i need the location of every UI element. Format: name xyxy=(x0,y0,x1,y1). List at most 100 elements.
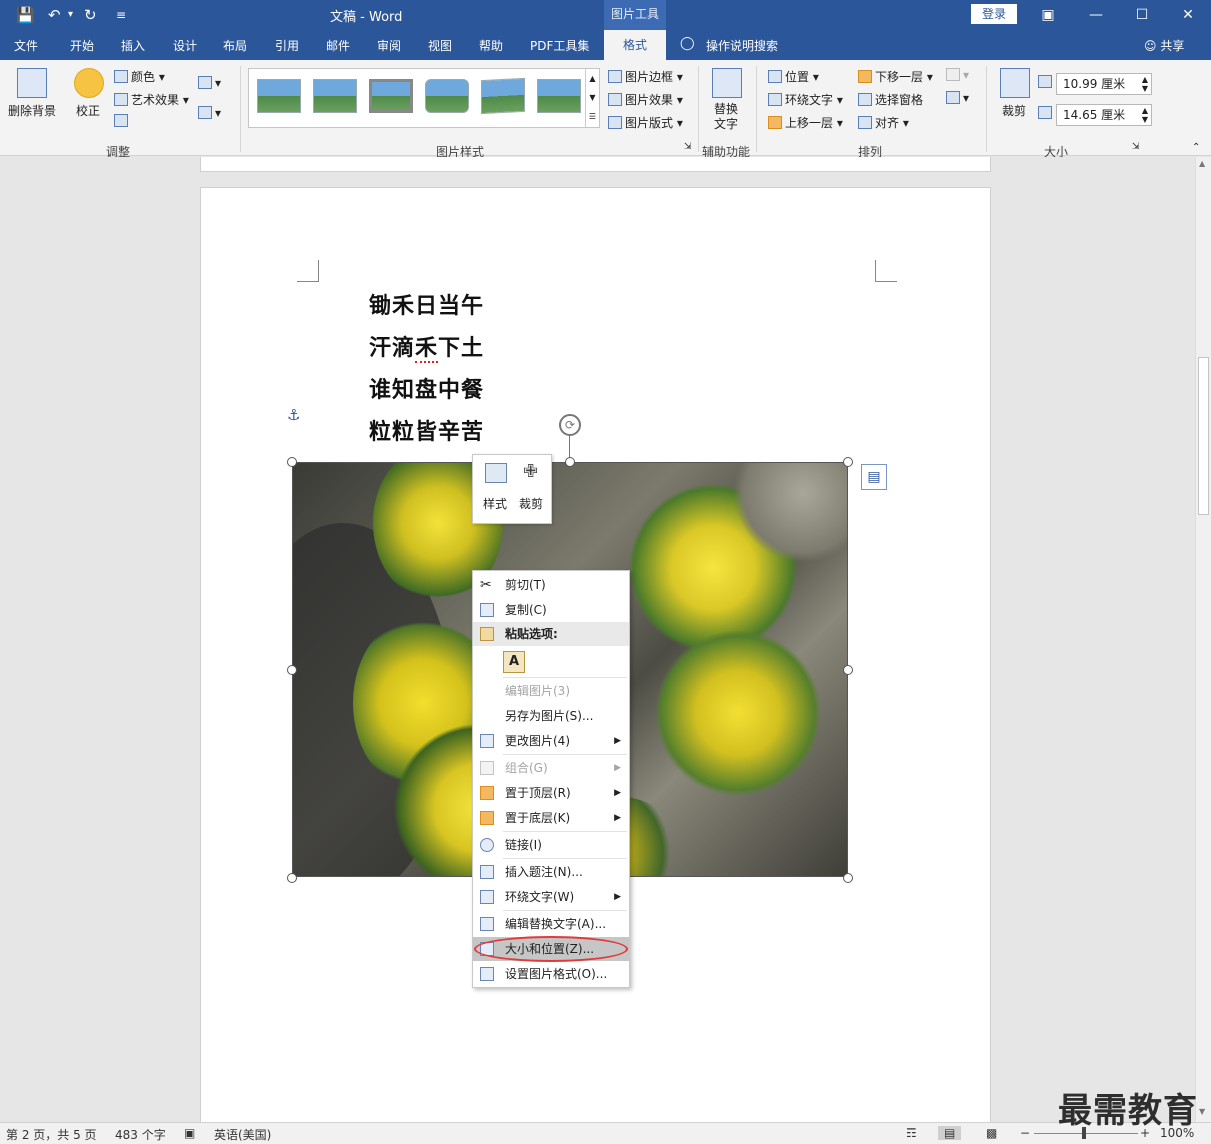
tab-home[interactable]: 开始 xyxy=(70,37,94,54)
web-layout-icon[interactable]: ▩ xyxy=(986,1126,997,1140)
redo-icon[interactable]: ↻ xyxy=(84,5,97,25)
paste-text-only-icon[interactable]: A xyxy=(503,651,525,673)
color-button[interactable]: 颜色 ▾ xyxy=(114,68,165,85)
group-objects-button[interactable]: ▾ xyxy=(946,68,969,82)
menu-item-wrap-text[interactable]: 环绕文字(W) ▶ xyxy=(473,885,629,909)
menu-item-bring-to-front[interactable]: 置于顶层(R) ▶ xyxy=(473,781,629,805)
gallery-scroll[interactable]: ▲ ▼ ☰ xyxy=(585,69,599,127)
size-dialog-launcher-icon[interactable]: ⇲ xyxy=(1132,142,1140,152)
height-spinner[interactable]: ▲ ▼ xyxy=(1142,75,1148,93)
proofing-icon[interactable]: ▣ xyxy=(184,1126,195,1140)
picture-style-thumb[interactable] xyxy=(313,79,357,113)
width-input[interactable]: 14.65 厘米 ▲ ▼ xyxy=(1056,104,1152,126)
minimize-icon[interactable]: — xyxy=(1076,2,1116,28)
menu-item-edit-picture[interactable]: 编辑图片(3) xyxy=(473,679,629,703)
align-button[interactable]: 对齐 ▾ xyxy=(858,114,909,131)
scroll-down-icon[interactable]: ▼ xyxy=(1199,1107,1205,1116)
send-backward-button[interactable]: 下移一层 ▾ xyxy=(858,68,933,85)
resize-handle[interactable] xyxy=(843,873,853,883)
picture-effects-button[interactable]: 图片效果 ▾ xyxy=(608,91,683,108)
tab-help[interactable]: 帮助 xyxy=(479,37,503,54)
reset-picture-button[interactable]: ▾ xyxy=(198,106,221,120)
page-count[interactable]: 第 2 页，共 5 页 xyxy=(6,1126,97,1143)
change-picture-button[interactable]: ▾ xyxy=(198,76,221,90)
picture-styles-gallery[interactable]: ▲ ▼ ☰ xyxy=(248,68,600,128)
zoom-slider[interactable] xyxy=(1034,1133,1138,1134)
resize-handle[interactable] xyxy=(843,665,853,675)
tab-pdf-tools[interactable]: PDF工具集 xyxy=(530,37,589,54)
width-spinner[interactable]: ▲ ▼ xyxy=(1142,106,1148,124)
tab-view[interactable]: 视图 xyxy=(428,37,452,54)
alt-text-button[interactable]: 替换 文字 xyxy=(714,102,738,132)
position-button[interactable]: 位置 ▾ xyxy=(768,68,819,85)
resize-handle[interactable] xyxy=(287,665,297,675)
corrections-button[interactable]: 校正 xyxy=(76,102,100,119)
mini-crop-button[interactable]: 裁剪 xyxy=(519,495,543,512)
menu-item-insert-caption[interactable]: 插入题注(N)... xyxy=(473,860,629,884)
bring-forward-button[interactable]: 上移一层 ▾ xyxy=(768,114,843,131)
resize-handle[interactable] xyxy=(287,873,297,883)
ribbon-display-options-icon[interactable]: ▣ xyxy=(1028,2,1068,28)
wrap-text-button[interactable]: 环绕文字 ▾ xyxy=(768,91,843,108)
rotate-handle-icon[interactable]: ⟳ xyxy=(559,414,581,436)
picture-border-button[interactable]: 图片边框 ▾ xyxy=(608,68,683,85)
menu-item-format-picture[interactable]: 设置图片格式(O)... xyxy=(473,962,629,986)
menu-item-copy[interactable]: 复制(C) xyxy=(473,598,629,622)
crop-icon[interactable]: ✙ xyxy=(523,461,538,482)
zoom-out-icon[interactable]: − xyxy=(1020,1126,1030,1140)
resize-handle[interactable] xyxy=(843,457,853,467)
tab-references[interactable]: 引用 xyxy=(275,37,299,54)
poem-line[interactable]: 粒粒皆辛苦 xyxy=(369,414,484,446)
remove-background-button[interactable]: 删除背景 xyxy=(8,102,56,119)
rotate-button[interactable]: ▾ xyxy=(946,91,969,105)
read-mode-icon[interactable]: ☶ xyxy=(906,1126,917,1140)
tab-layout[interactable]: 布局 xyxy=(223,37,247,54)
crop-button[interactable]: 裁剪 xyxy=(1002,102,1026,119)
resize-handle[interactable] xyxy=(565,457,575,467)
menu-item-save-as-picture[interactable]: 另存为图片(S)... xyxy=(473,704,629,728)
poem-line[interactable]: 锄禾日当午 xyxy=(369,288,484,320)
tab-mailings[interactable]: 邮件 xyxy=(326,37,350,54)
menu-item-cut[interactable]: ✂ 剪切(T) xyxy=(473,573,629,597)
picture-style-thumb[interactable] xyxy=(481,77,525,115)
layout-options-icon[interactable]: ▤ xyxy=(861,464,887,490)
picture-style-thumb[interactable] xyxy=(257,79,301,113)
word-count[interactable]: 483 个字 xyxy=(115,1126,166,1143)
menu-item-send-to-back[interactable]: 置于底层(K) ▶ xyxy=(473,806,629,830)
height-input[interactable]: 10.99 厘米 ▲ ▼ xyxy=(1056,73,1152,95)
resize-handle[interactable] xyxy=(287,457,297,467)
picture-style-thumb[interactable] xyxy=(369,79,413,113)
style-icon[interactable] xyxy=(485,463,507,483)
print-layout-icon[interactable]: ▤ xyxy=(938,1126,962,1140)
document-page[interactable]: 锄禾日当午 汗滴禾下土 谁知盘中餐 粒粒皆辛苦 ⚓ ⟳ ▤ ✙ 样式 裁剪 ✂ … xyxy=(200,187,991,1122)
mini-style-button[interactable]: 样式 xyxy=(483,495,507,512)
selection-pane-button[interactable]: 选择窗格 xyxy=(858,91,923,108)
artistic-effects-button[interactable]: 艺术效果 ▾ xyxy=(114,91,189,108)
vertical-scrollbar[interactable]: ▲ ▼ xyxy=(1195,157,1211,1122)
login-button[interactable]: 登录 xyxy=(971,4,1017,24)
collapse-ribbon-icon[interactable]: ⌃ xyxy=(1192,142,1200,153)
menu-item-edit-alt-text[interactable]: 编辑替换文字(A)... xyxy=(473,912,629,936)
scroll-thumb[interactable] xyxy=(1198,357,1209,515)
save-icon[interactable]: 💾 xyxy=(16,5,35,25)
tab-file[interactable]: 文件 xyxy=(14,37,38,54)
picture-style-thumb[interactable] xyxy=(425,79,469,113)
undo-dropdown-icon[interactable]: ▾ xyxy=(68,5,73,25)
tab-review[interactable]: 审阅 xyxy=(377,37,401,54)
tab-format[interactable]: 格式 xyxy=(604,30,666,60)
undo-icon[interactable]: ↶ xyxy=(48,5,61,25)
picture-style-thumb[interactable] xyxy=(537,79,581,113)
share-button[interactable]: ☺ 共享 xyxy=(1144,37,1184,54)
menu-item-change-picture[interactable]: 更改图片(4) ▶ xyxy=(473,729,629,753)
menu-item-group[interactable]: 组合(G) ▶ xyxy=(473,756,629,780)
maximize-icon[interactable]: ☐ xyxy=(1122,2,1162,28)
language-indicator[interactable]: 英语(美国) xyxy=(214,1126,271,1143)
compress-pictures-button[interactable] xyxy=(114,114,131,128)
picture-layout-button[interactable]: 图片版式 ▾ xyxy=(608,114,683,131)
tab-insert[interactable]: 插入 xyxy=(121,37,145,54)
menu-item-link[interactable]: 链接(I) xyxy=(473,833,629,857)
poem-line[interactable]: 汗滴禾下土 xyxy=(369,330,484,363)
tell-me-search[interactable]: 操作说明搜索 xyxy=(706,37,778,54)
customize-qat-icon[interactable]: ≡ xyxy=(116,5,126,25)
tab-design[interactable]: 设计 xyxy=(173,37,197,54)
